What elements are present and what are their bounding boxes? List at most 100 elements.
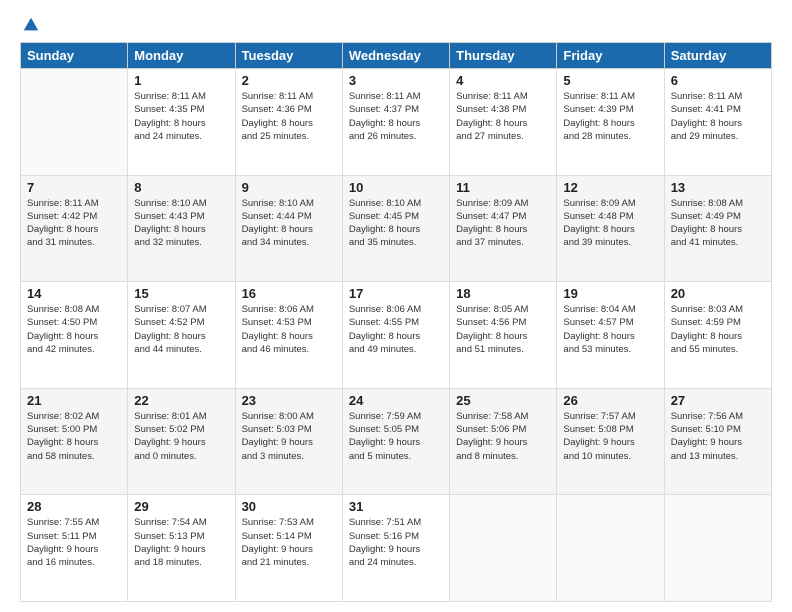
calendar-cell — [557, 495, 664, 602]
calendar-cell: 5 Sunrise: 8:11 AM Sunset: 4:39 PM Daylig… — [557, 69, 664, 176]
day-info: Sunrise: 8:11 AM Sunset: 4:36 PM Dayligh… — [242, 90, 336, 143]
calendar-cell: 17Sunrise: 8:06 AM Sunset: 4:55 PM Dayli… — [342, 282, 449, 389]
calendar-cell: 27 Sunrise: 7:56 AM Sunset: 5:10 PM Dayli… — [664, 388, 771, 495]
day-info: Sunrise: 7:56 AM Sunset: 5:10 PM Dayligh… — [671, 410, 765, 463]
day-info: Sunrise: 8:09 AM Sunset: 4:47 PM Dayligh… — [456, 197, 550, 250]
logo-icon — [22, 16, 40, 34]
calendar-cell: 12 Sunrise: 8:09 AM Sunset: 4:48 PM Dayli… — [557, 175, 664, 282]
calendar-cell: 4Sunrise: 8:11 AM Sunset: 4:38 PM Daylig… — [450, 69, 557, 176]
calendar-cell: 21 Sunrise: 8:02 AM Sunset: 5:00 PM Dayli… — [21, 388, 128, 495]
day-number: 29 — [134, 499, 228, 514]
calendar-cell: 16 Sunrise: 8:06 AM Sunset: 4:53 PM Dayli… — [235, 282, 342, 389]
col-wednesday: Wednesday — [342, 43, 449, 69]
day-number: 11 — [456, 180, 550, 195]
day-info: Sunrise: 8:04 AM Sunset: 4:57 PM Dayligh… — [563, 303, 657, 356]
col-tuesday: Tuesday — [235, 43, 342, 69]
col-sunday: Sunday — [21, 43, 128, 69]
day-number: 26 — [563, 393, 657, 408]
day-number: 31 — [349, 499, 443, 514]
day-number: 14 — [27, 286, 121, 301]
col-friday: Friday — [557, 43, 664, 69]
calendar-cell — [450, 495, 557, 602]
calendar-cell: 2 Sunrise: 8:11 AM Sunset: 4:36 PM Daylig… — [235, 69, 342, 176]
day-number: 6 — [671, 73, 765, 88]
logo — [20, 16, 40, 34]
day-info: Sunrise: 8:10 AM Sunset: 4:45 PM Dayligh… — [349, 197, 443, 250]
calendar-cell: 8 Sunrise: 8:10 AM Sunset: 4:43 PM Daylig… — [128, 175, 235, 282]
calendar-cell: 29 Sunrise: 7:54 AM Sunset: 5:13 PM Dayli… — [128, 495, 235, 602]
col-monday: Monday — [128, 43, 235, 69]
day-number: 21 — [27, 393, 121, 408]
calendar-cell: 9 Sunrise: 8:10 AM Sunset: 4:44 PM Daylig… — [235, 175, 342, 282]
header-row: Sunday Monday Tuesday Wednesday Thursday… — [21, 43, 772, 69]
day-info: Sunrise: 8:01 AM Sunset: 5:02 PM Dayligh… — [134, 410, 228, 463]
calendar-cell: 18Sunrise: 8:05 AM Sunset: 4:56 PM Dayli… — [450, 282, 557, 389]
day-number: 5 — [563, 73, 657, 88]
day-number: 12 — [563, 180, 657, 195]
day-number: 17 — [349, 286, 443, 301]
day-number: 28 — [27, 499, 121, 514]
calendar-cell: 14 Sunrise: 8:08 AM Sunset: 4:50 PM Dayli… — [21, 282, 128, 389]
day-number: 22 — [134, 393, 228, 408]
day-number: 30 — [242, 499, 336, 514]
day-number: 16 — [242, 286, 336, 301]
day-info: Sunrise: 8:08 AM Sunset: 4:50 PM Dayligh… — [27, 303, 121, 356]
header — [20, 16, 772, 34]
day-info: Sunrise: 7:58 AM Sunset: 5:06 PM Dayligh… — [456, 410, 550, 463]
day-info: Sunrise: 7:53 AM Sunset: 5:14 PM Dayligh… — [242, 516, 336, 569]
calendar-cell: 22 Sunrise: 8:01 AM Sunset: 5:02 PM Dayli… — [128, 388, 235, 495]
day-number: 3 — [349, 73, 443, 88]
calendar-cell: 23 Sunrise: 8:00 AM Sunset: 5:03 PM Dayli… — [235, 388, 342, 495]
calendar-cell: 10 Sunrise: 8:10 AM Sunset: 4:45 PM Dayli… — [342, 175, 449, 282]
calendar-cell: 30 Sunrise: 7:53 AM Sunset: 5:14 PM Dayli… — [235, 495, 342, 602]
calendar-cell: 7 Sunrise: 8:11 AM Sunset: 4:42 PM Daylig… — [21, 175, 128, 282]
day-number: 10 — [349, 180, 443, 195]
col-saturday: Saturday — [664, 43, 771, 69]
calendar: Sunday Monday Tuesday Wednesday Thursday… — [20, 42, 772, 602]
calendar-cell: 26 Sunrise: 7:57 AM Sunset: 5:08 PM Dayli… — [557, 388, 664, 495]
day-info: Sunrise: 8:11 AM Sunset: 4:37 PM Dayligh… — [349, 90, 443, 143]
day-number: 13 — [671, 180, 765, 195]
day-number: 9 — [242, 180, 336, 195]
calendar-cell: 11 Sunrise: 8:09 AM Sunset: 4:47 PM Dayli… — [450, 175, 557, 282]
day-info: Sunrise: 8:08 AM Sunset: 4:49 PM Dayligh… — [671, 197, 765, 250]
day-number: 2 — [242, 73, 336, 88]
day-info: Sunrise: 8:11 AM Sunset: 4:41 PM Dayligh… — [671, 90, 765, 143]
day-info: Sunrise: 7:51 AM Sunset: 5:16 PM Dayligh… — [349, 516, 443, 569]
day-info: Sunrise: 7:54 AM Sunset: 5:13 PM Dayligh… — [134, 516, 228, 569]
day-number: 27 — [671, 393, 765, 408]
day-info: Sunrise: 8:00 AM Sunset: 5:03 PM Dayligh… — [242, 410, 336, 463]
calendar-cell: 28 Sunrise: 7:55 AM Sunset: 5:11 PM Dayli… — [21, 495, 128, 602]
day-info: Sunrise: 7:57 AM Sunset: 5:08 PM Dayligh… — [563, 410, 657, 463]
calendar-cell: 25Sunrise: 7:58 AM Sunset: 5:06 PM Dayli… — [450, 388, 557, 495]
day-number: 8 — [134, 180, 228, 195]
day-info: Sunrise: 8:11 AM Sunset: 4:35 PM Dayligh… — [134, 90, 228, 143]
calendar-cell: 31 Sunrise: 7:51 AM Sunset: 5:16 PM Dayli… — [342, 495, 449, 602]
day-number: 20 — [671, 286, 765, 301]
day-info: Sunrise: 8:11 AM Sunset: 4:38 PM Dayligh… — [456, 90, 550, 143]
day-info: Sunrise: 7:55 AM Sunset: 5:11 PM Dayligh… — [27, 516, 121, 569]
col-thursday: Thursday — [450, 43, 557, 69]
day-number: 24 — [349, 393, 443, 408]
calendar-cell: 24Sunrise: 7:59 AM Sunset: 5:05 PM Dayli… — [342, 388, 449, 495]
calendar-cell: 19 Sunrise: 8:04 AM Sunset: 4:57 PM Dayli… — [557, 282, 664, 389]
calendar-cell: 1Sunrise: 8:11 AM Sunset: 4:35 PM Daylig… — [128, 69, 235, 176]
day-info: Sunrise: 8:03 AM Sunset: 4:59 PM Dayligh… — [671, 303, 765, 356]
day-info: Sunrise: 8:10 AM Sunset: 4:43 PM Dayligh… — [134, 197, 228, 250]
day-info: Sunrise: 8:10 AM Sunset: 4:44 PM Dayligh… — [242, 197, 336, 250]
day-info: Sunrise: 8:11 AM Sunset: 4:42 PM Dayligh… — [27, 197, 121, 250]
day-number: 19 — [563, 286, 657, 301]
day-info: Sunrise: 8:11 AM Sunset: 4:39 PM Dayligh… — [563, 90, 657, 143]
calendar-cell: 3 Sunrise: 8:11 AM Sunset: 4:37 PM Daylig… — [342, 69, 449, 176]
day-number: 15 — [134, 286, 228, 301]
day-number: 7 — [27, 180, 121, 195]
calendar-cell — [664, 495, 771, 602]
calendar-cell: 6 Sunrise: 8:11 AM Sunset: 4:41 PM Daylig… — [664, 69, 771, 176]
calendar-cell: 20 Sunrise: 8:03 AM Sunset: 4:59 PM Dayli… — [664, 282, 771, 389]
day-info: Sunrise: 8:09 AM Sunset: 4:48 PM Dayligh… — [563, 197, 657, 250]
day-number: 23 — [242, 393, 336, 408]
day-info: Sunrise: 8:06 AM Sunset: 4:53 PM Dayligh… — [242, 303, 336, 356]
day-number: 18 — [456, 286, 550, 301]
calendar-cell: 13 Sunrise: 8:08 AM Sunset: 4:49 PM Dayli… — [664, 175, 771, 282]
day-info: Sunrise: 8:02 AM Sunset: 5:00 PM Dayligh… — [27, 410, 121, 463]
